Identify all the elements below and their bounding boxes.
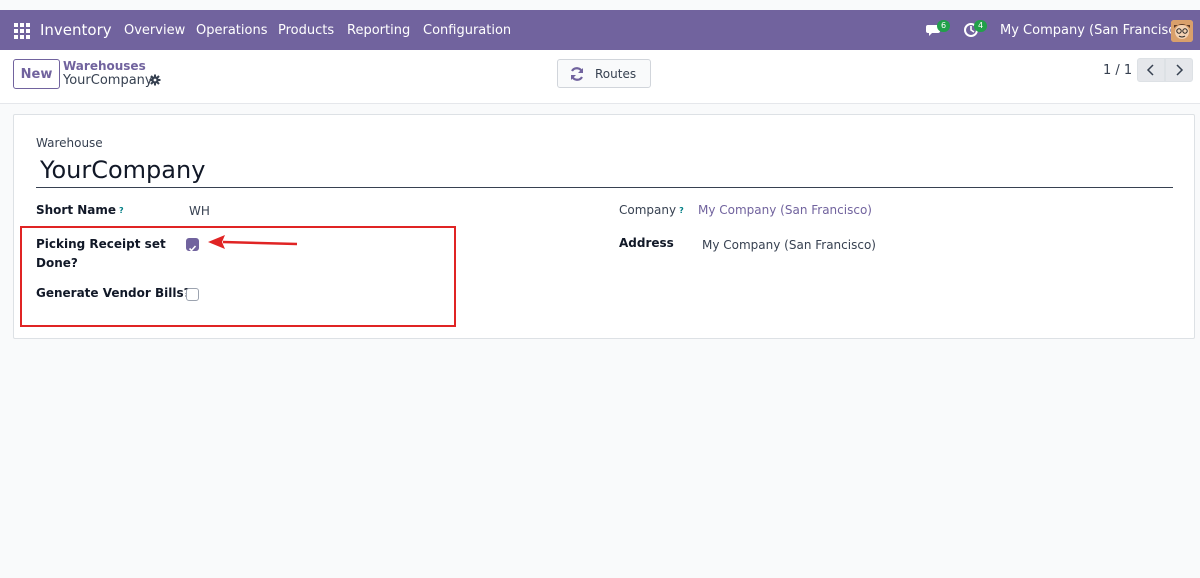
gear-icon[interactable] xyxy=(149,74,161,86)
app-name[interactable]: Inventory xyxy=(40,21,112,39)
pager-previous-button[interactable] xyxy=(1137,58,1165,82)
menu-configuration[interactable]: Configuration xyxy=(423,23,511,38)
user-avatar[interactable] xyxy=(1171,20,1193,42)
warehouse-name-field[interactable]: YourCompany xyxy=(36,153,1173,188)
address-label: Address xyxy=(619,236,674,250)
short-name-label: Short Name? xyxy=(36,201,124,220)
chevron-left-icon xyxy=(1146,64,1154,76)
address-value[interactable]: My Company (San Francisco) xyxy=(702,238,876,252)
short-name-help-icon[interactable]: ? xyxy=(119,206,124,215)
routes-button[interactable]: Routes xyxy=(557,59,651,88)
chevron-right-icon xyxy=(1176,64,1184,76)
menu-reporting[interactable]: Reporting xyxy=(347,23,410,38)
warehouse-label: Warehouse xyxy=(36,136,103,150)
control-panel: New Warehouses YourCompany Routes 1 / 1 xyxy=(0,50,1200,104)
annotation-arrow-icon xyxy=(208,235,298,249)
company-value[interactable]: My Company (San Francisco) xyxy=(698,203,872,217)
warehouse-name-value: YourCompany xyxy=(40,156,206,184)
breadcrumb-current: YourCompany xyxy=(63,73,153,88)
short-name-value[interactable]: WH xyxy=(189,204,210,218)
breadcrumb-warehouses[interactable]: Warehouses xyxy=(63,59,146,73)
new-button[interactable]: New xyxy=(13,59,60,89)
company-label-text: Company xyxy=(619,203,677,217)
refresh-icon xyxy=(570,66,584,81)
pager-value[interactable]: 1 / 1 xyxy=(1103,63,1132,78)
company-help-icon[interactable]: ? xyxy=(679,206,684,215)
pager-next-button[interactable] xyxy=(1165,58,1193,82)
messages-badge: 6 xyxy=(937,20,951,32)
top-navbar: Inventory Overview Operations Products R… xyxy=(0,10,1200,50)
company-switcher[interactable]: My Company (San Francisco) xyxy=(1000,23,1188,38)
activities-badge: 4 xyxy=(974,20,988,32)
menu-operations[interactable]: Operations xyxy=(196,23,267,38)
short-name-label-text: Short Name xyxy=(36,203,117,217)
menu-overview[interactable]: Overview xyxy=(124,23,185,38)
routes-label: Routes xyxy=(595,66,637,81)
company-label: Company? xyxy=(619,201,684,220)
apps-menu-icon[interactable] xyxy=(14,23,30,39)
menu-products[interactable]: Products xyxy=(278,23,334,38)
